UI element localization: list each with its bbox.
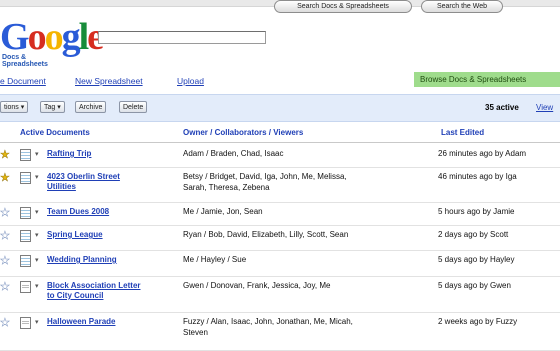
star-icon[interactable]: ★: [0, 207, 10, 219]
last-edited: 5 days ago by Hayley: [438, 255, 515, 264]
chevron-down-icon[interactable]: ▾: [35, 231, 39, 239]
document-title-link[interactable]: Rafting Trip: [47, 149, 175, 159]
document-title-link[interactable]: Halloween Parade: [47, 317, 175, 327]
collaborators-line: Sarah, Theresa, Zebena: [183, 183, 270, 192]
star-icon[interactable]: ★: [0, 317, 10, 329]
column-header-owner[interactable]: Owner / Collaborators / Viewers: [183, 128, 303, 137]
tag-dropdown[interactable]: Tag ▾: [40, 101, 65, 113]
last-edited: 2 weeks ago by Fuzzy: [438, 317, 518, 326]
logo-letter: o: [44, 16, 64, 58]
collaborators-line: Gwen / Donovan, Frank, Jessica, Joy, Me: [183, 281, 331, 290]
document-title-line: Spring League: [47, 230, 103, 239]
upload-link[interactable]: Upload: [177, 76, 204, 86]
spreadsheet-icon: [20, 149, 31, 161]
table-row[interactable]: ★ ▾ Spring League Ryan / Bob, David, Elizab…: [0, 226, 560, 251]
last-edited: 5 hours ago by Jamie: [438, 207, 515, 216]
new-document-link[interactable]: e Document: [0, 76, 46, 86]
logo-subtitle-line2: Spreadsheets: [2, 61, 48, 68]
logo-subtitle-line1: Docs &: [2, 54, 27, 61]
chevron-down-icon[interactable]: ▾: [35, 150, 39, 158]
document-icon: [20, 317, 31, 329]
document-title-line: Utilities: [47, 182, 76, 191]
logo-subtitle: Docs & Spreadsheets: [2, 54, 48, 68]
document-icon: [20, 281, 31, 293]
table-row[interactable]: ★ ▾ Wedding Planning Me / Hayley / Sue 5 day…: [0, 251, 560, 277]
last-edited: 26 minutes ago by Adam: [438, 149, 527, 158]
spreadsheet-icon: [20, 230, 31, 242]
chevron-down-icon[interactable]: ▾: [35, 318, 39, 326]
collaborators-line: Steven: [183, 328, 208, 337]
spreadsheet-icon: [20, 172, 31, 184]
collaborators-line: Betsy / Bridget, David, Iga, John, Me, M…: [183, 172, 347, 181]
owner-collaborators: Adam / Braden, Chad, Isaac: [183, 148, 423, 159]
collaborators-line: Fuzzy / Alan, Isaac, John, Jonathan, Me,…: [183, 317, 353, 326]
logo-letter: o: [27, 16, 47, 58]
owner-collaborators: Ryan / Bob, David, Elizabeth, Lilly, Sco…: [183, 229, 423, 240]
actions-dropdown[interactable]: tions ▾: [0, 101, 29, 113]
owner-collaborators: Betsy / Bridget, David, Iga, John, Me, M…: [183, 171, 423, 193]
search-web-button[interactable]: Search the Web: [421, 0, 503, 13]
search-input[interactable]: [98, 31, 266, 44]
document-title-line: Rafting Trip: [47, 149, 92, 158]
document-title-link[interactable]: 4023 Oberlin Street Utilities: [47, 172, 175, 192]
document-title-line: Wedding Planning: [47, 255, 117, 264]
collaborators-line: Me / Jamie, Jon, Sean: [183, 207, 263, 216]
document-title-link[interactable]: Team Dues 2008: [47, 207, 175, 217]
chevron-down-icon[interactable]: ▾: [35, 173, 39, 181]
document-title-line: 4023 Oberlin Street: [47, 172, 120, 181]
logo-letter: G: [0, 16, 30, 58]
last-edited: 5 days ago by Gwen: [438, 281, 511, 290]
document-title-line: Block Association Letter: [47, 281, 141, 290]
owner-collaborators: Gwen / Donovan, Frank, Jessica, Joy, Me: [183, 280, 423, 291]
new-spreadsheet-link[interactable]: New Spreadsheet: [75, 76, 143, 86]
star-icon[interactable]: ★: [0, 149, 10, 161]
collaborators-line: Adam / Braden, Chad, Isaac: [183, 149, 284, 158]
document-title-line: Halloween Parade: [47, 317, 116, 326]
owner-collaborators: Fuzzy / Alan, Isaac, John, Jonathan, Me,…: [183, 316, 423, 338]
collaborators-line: Ryan / Bob, David, Elizabeth, Lilly, Sco…: [183, 230, 349, 239]
owner-collaborators: Me / Hayley / Sue: [183, 254, 423, 265]
table-row[interactable]: ★ ▾ Halloween Parade Fuzzy / Alan, Isaac, J…: [0, 313, 560, 351]
active-count: 35 active: [485, 103, 519, 112]
table-row[interactable]: ★ ▾ Block Association Letter to City Counci…: [0, 277, 560, 313]
document-title-link[interactable]: Block Association Letter to City Council: [47, 281, 175, 301]
table-row[interactable]: ★ ▾ Team Dues 2008 Me / Jamie, Jon, Sean 5 h…: [0, 203, 560, 226]
search-docs-button[interactable]: Search Docs & Spreadsheets: [274, 0, 412, 13]
document-title-link[interactable]: Spring League: [47, 230, 175, 240]
star-icon[interactable]: ★: [0, 281, 10, 293]
star-icon[interactable]: ★: [0, 255, 10, 267]
chevron-down-icon[interactable]: ▾: [35, 208, 39, 216]
spreadsheet-icon: [20, 207, 31, 219]
star-icon[interactable]: ★: [0, 230, 10, 242]
toolbar: tions ▾ Tag ▾ Archive Delete 35 active V…: [0, 94, 560, 122]
owner-collaborators: Me / Jamie, Jon, Sean: [183, 206, 423, 217]
tag-label: Tag: [44, 104, 56, 111]
logo-letter: g: [61, 16, 81, 58]
logo-letter: l: [78, 16, 89, 58]
view-link[interactable]: View: [536, 103, 553, 112]
document-title-line: Team Dues 2008: [47, 207, 110, 216]
browse-docs-button[interactable]: Browse Docs & Spreadsheets: [414, 72, 560, 87]
table-row[interactable]: ★ ▾ 4023 Oberlin Street Utilities Betsy / Br…: [0, 168, 560, 203]
last-edited: 2 days ago by Scott: [438, 230, 509, 239]
table-header: Active Documents Owner / Collaborators /…: [0, 122, 560, 143]
delete-button[interactable]: Delete: [119, 101, 148, 113]
table-row[interactable]: ★ ▾ Rafting Trip Adam / Braden, Chad, Isaac…: [0, 145, 560, 168]
archive-button[interactable]: Archive: [75, 101, 107, 113]
star-icon[interactable]: ★: [0, 172, 10, 184]
document-title-line: to City Council: [47, 291, 104, 300]
chevron-down-icon: ▾: [20, 104, 25, 111]
collaborators-line: Me / Hayley / Sue: [183, 255, 247, 264]
document-title-link[interactable]: Wedding Planning: [47, 255, 175, 265]
column-header-last-edited[interactable]: Last Edited: [441, 128, 484, 137]
actions-label: tions: [4, 104, 19, 111]
last-edited: 46 minutes ago by Iga: [438, 172, 517, 181]
chevron-down-icon[interactable]: ▾: [35, 282, 39, 290]
column-header-active-documents[interactable]: Active Documents: [20, 128, 90, 137]
chevron-down-icon: ▾: [57, 104, 61, 111]
google-logo[interactable]: Google: [0, 16, 104, 58]
spreadsheet-icon: [20, 255, 31, 267]
chevron-down-icon[interactable]: ▾: [35, 256, 39, 264]
